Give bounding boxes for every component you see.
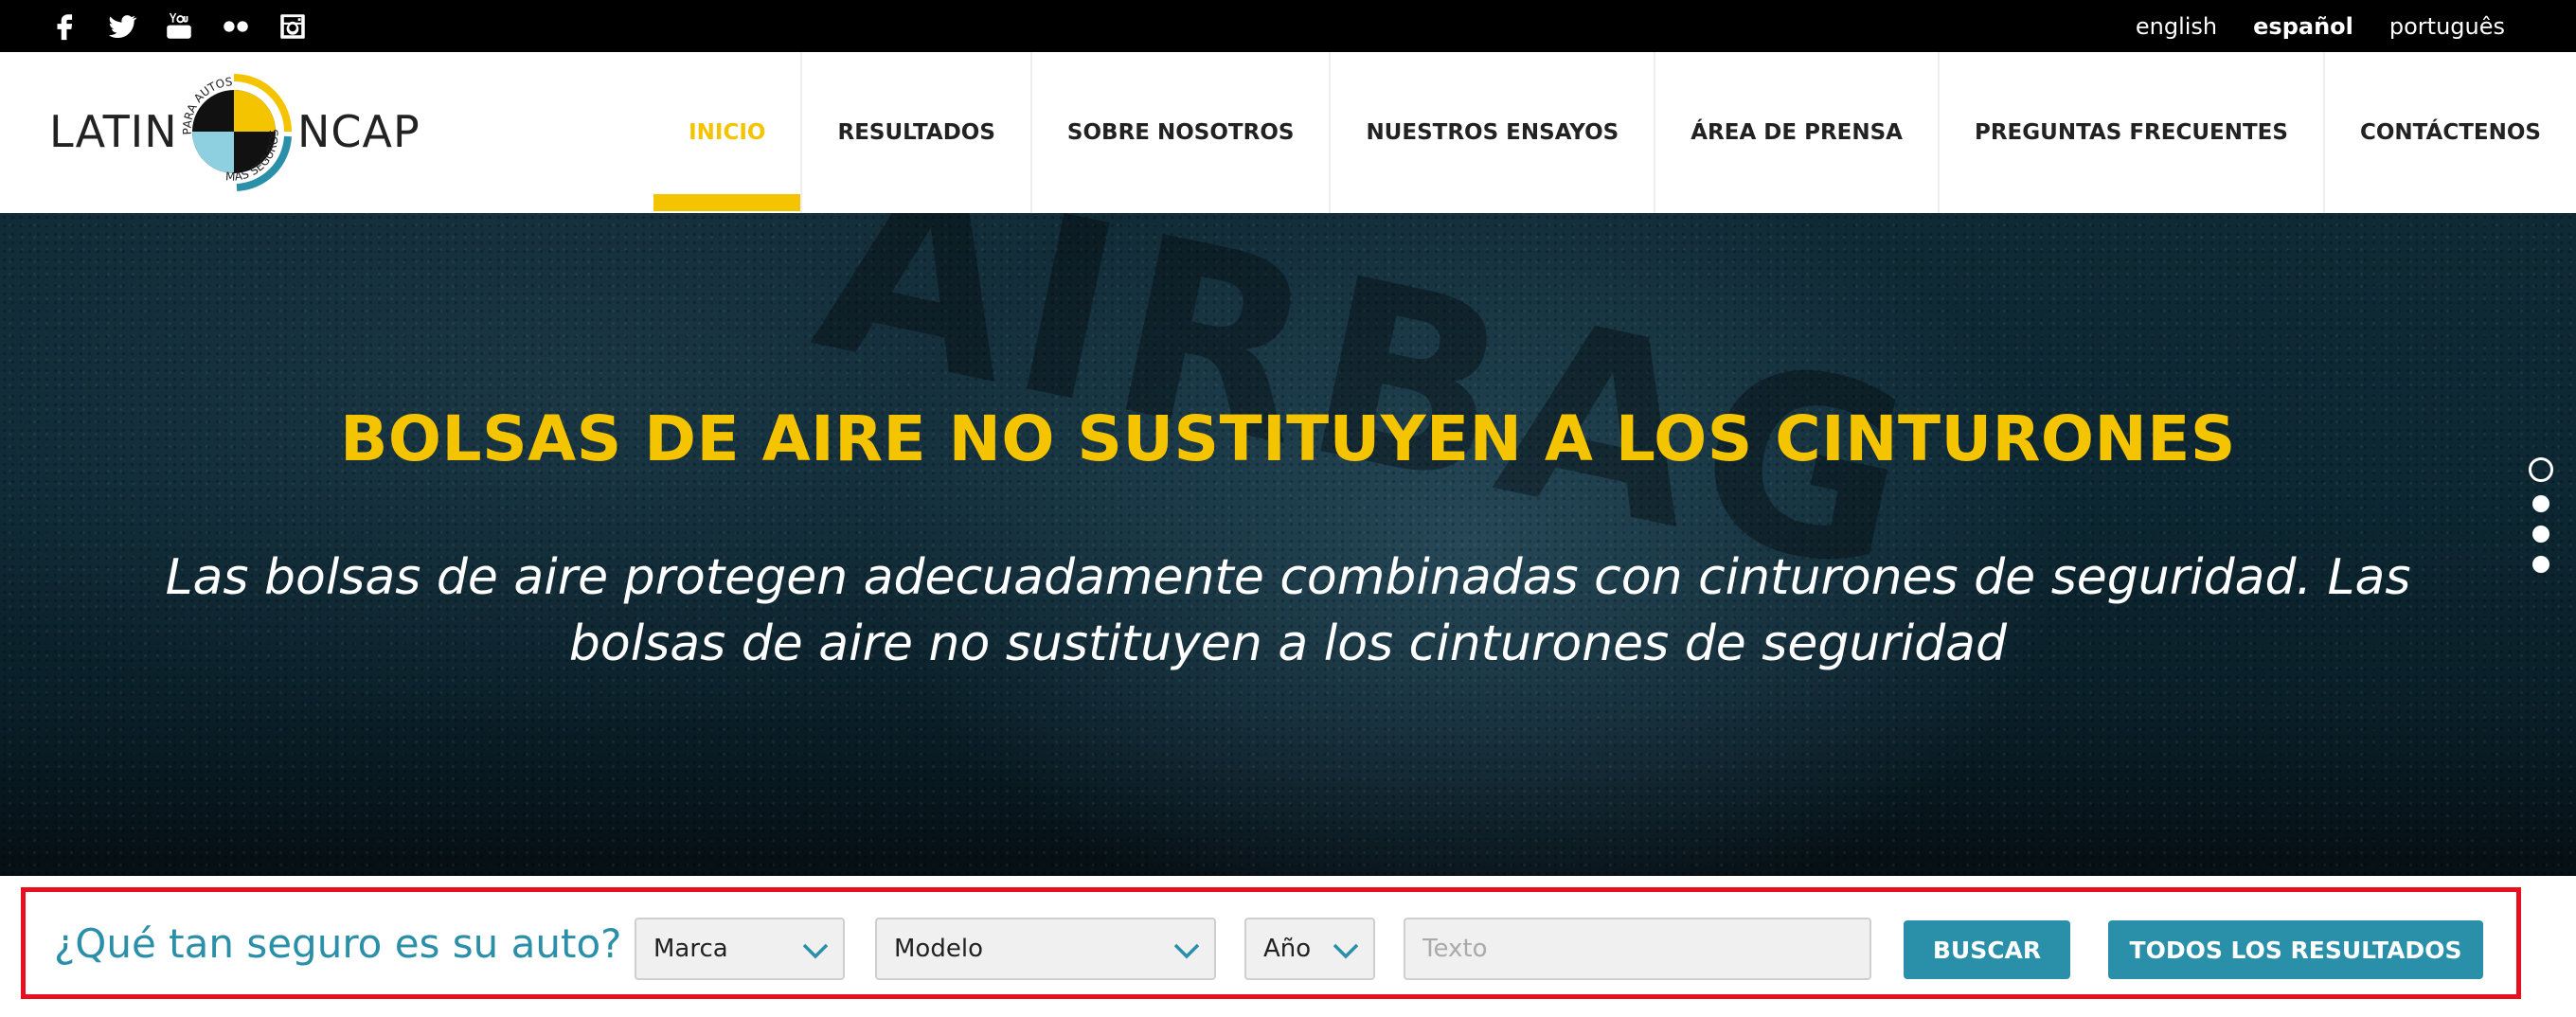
instagram-icon[interactable] xyxy=(275,9,311,44)
buscar-button[interactable]: BUSCAR xyxy=(1904,920,2070,979)
slider-dot-3[interactable] xyxy=(2532,526,2549,543)
slider-dot-2[interactable] xyxy=(2532,495,2549,512)
crash-test-target-icon: PARA AUTOS MÁS SEGUROS xyxy=(181,74,292,191)
nav-resultados[interactable]: RESULTADOS xyxy=(800,52,1029,213)
twitter-icon[interactable] xyxy=(104,9,140,44)
nav-contactenos[interactable]: CONTÁCTENOS xyxy=(2322,52,2576,213)
site-header: LATIN PARA AUTOS MÁS SEGUROS NCAP INICIO… xyxy=(0,52,2576,213)
search-text-input[interactable] xyxy=(1404,918,1871,980)
modelo-select[interactable]: Modelo xyxy=(875,918,1216,980)
top-bar: english español português xyxy=(0,0,2576,52)
language-switcher: english español português xyxy=(2136,0,2505,52)
lang-espanol[interactable]: español xyxy=(2253,13,2353,40)
chevron-down-icon xyxy=(1173,943,1200,959)
nav-sobre-nosotros[interactable]: SOBRE NOSOTROS xyxy=(1029,52,1330,213)
logo-text-ncap: NCAP xyxy=(297,106,420,157)
chevron-down-icon xyxy=(802,943,829,959)
ano-select-value: Año xyxy=(1263,935,1312,963)
marca-select[interactable]: Marca xyxy=(635,918,845,980)
nav-area-de-prensa[interactable]: ÁREA DE PRENSA xyxy=(1654,52,1938,213)
latin-ncap-logo[interactable]: LATIN PARA AUTOS MÁS SEGUROS NCAP xyxy=(49,68,420,196)
marca-select-value: Marca xyxy=(653,935,728,963)
search-heading: ¿Qué tan seguro es su auto? xyxy=(54,919,622,967)
facebook-icon[interactable] xyxy=(47,9,83,44)
social-links xyxy=(47,9,311,44)
slider-dot-4[interactable] xyxy=(2532,556,2549,573)
lang-english[interactable]: english xyxy=(2136,13,2217,40)
modelo-select-value: Modelo xyxy=(894,935,983,963)
ano-select[interactable]: Año xyxy=(1244,918,1375,980)
hero-subtitle: Las bolsas de aire protegen adecuadament… xyxy=(165,549,2411,672)
todos-los-resultados-button[interactable]: TODOS LOS RESULTADOS xyxy=(2108,920,2483,979)
nav-preguntas-frecuentes[interactable]: PREGUNTAS FRECUENTES xyxy=(1937,52,2323,213)
slider-pagination xyxy=(2529,457,2553,573)
nav-nuestros-ensayos[interactable]: NUESTROS ENSAYOS xyxy=(1329,52,1654,213)
main-nav: INICIO RESULTADOS SOBRE NOSOTROS NUESTRO… xyxy=(653,52,2576,213)
chevron-down-icon xyxy=(1333,943,1359,959)
lang-portugues[interactable]: português xyxy=(2389,13,2505,40)
flickr-icon[interactable] xyxy=(218,9,254,44)
nav-inicio[interactable]: INICIO xyxy=(653,52,801,213)
slider-dot-1[interactable] xyxy=(2529,457,2553,482)
youtube-icon[interactable] xyxy=(161,9,197,44)
hero-slider: AIRBAG BOLSAS DE AIRE NO SUSTITUYEN A LO… xyxy=(0,213,2576,876)
vehicle-search-bar: ¿Qué tan seguro es su auto? Marca Modelo… xyxy=(21,887,2521,999)
logo-text-latin: LATIN xyxy=(49,106,178,157)
hero-title: BOLSAS DE AIRE NO SUSTITUYEN A LOS CINTU… xyxy=(340,402,2236,475)
